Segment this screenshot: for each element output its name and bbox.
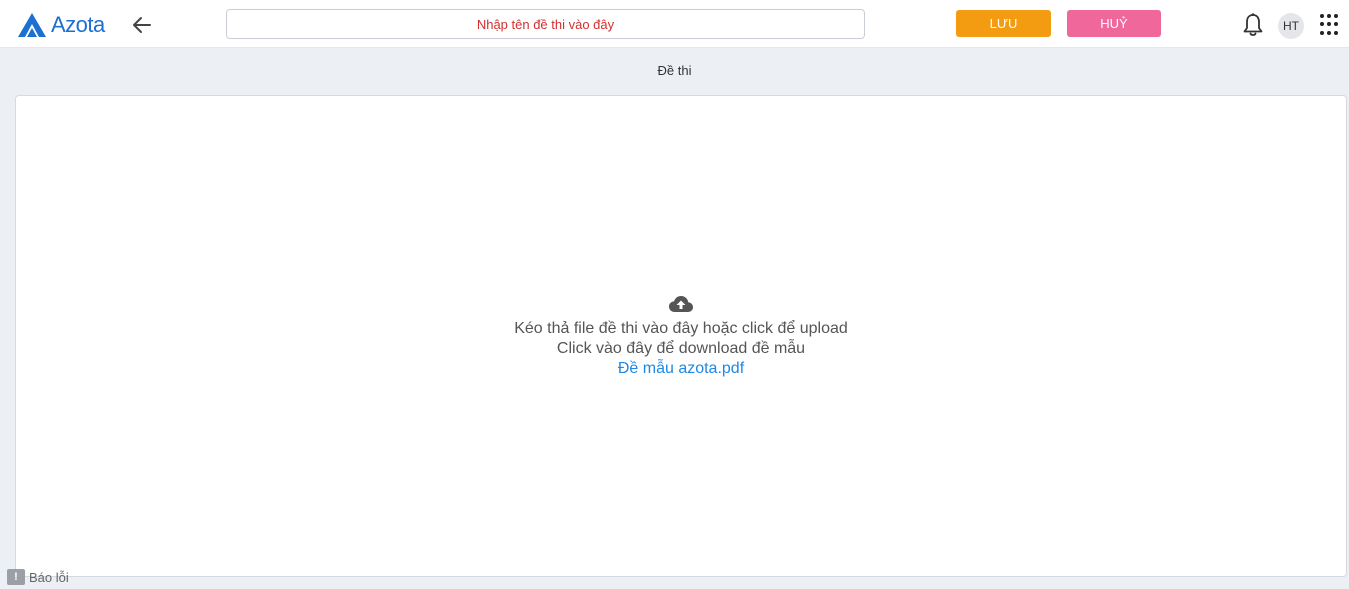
exam-title-input[interactable] (226, 9, 865, 39)
logo-text: Azota (51, 12, 105, 37)
alert-icon: ! (7, 569, 25, 585)
sample-file-link[interactable]: Đề mẫu azota.pdf (618, 359, 744, 379)
dropzone-content: Kéo thả file đề thi vào đây hoặc click đ… (16, 294, 1346, 379)
bell-icon[interactable] (1241, 12, 1265, 38)
upload-dropzone[interactable]: Kéo thả file đề thi vào đây hoặc click đ… (15, 95, 1347, 577)
save-button[interactable]: LƯU (956, 10, 1051, 37)
page-title: Đề thi (657, 63, 692, 78)
top-bar: Azota LƯU HUỶ HT (0, 0, 1349, 48)
cloud-upload-icon (669, 296, 693, 312)
report-bug-button[interactable]: ! Báo lỗi (7, 569, 69, 585)
download-hint: Click vào đây để download đề mẫu (556, 340, 806, 357)
arrow-left-icon[interactable] (131, 14, 153, 36)
avatar[interactable]: HT (1278, 13, 1304, 39)
azota-logo-icon (18, 13, 46, 37)
apps-grid-icon[interactable] (1320, 14, 1342, 36)
report-label: Báo lỗi (29, 569, 69, 585)
logo[interactable]: Azota (17, 11, 105, 39)
cancel-button[interactable]: HUỶ (1067, 10, 1161, 37)
upload-instruction: Kéo thả file đề thi vào đây hoặc click đ… (514, 320, 848, 337)
